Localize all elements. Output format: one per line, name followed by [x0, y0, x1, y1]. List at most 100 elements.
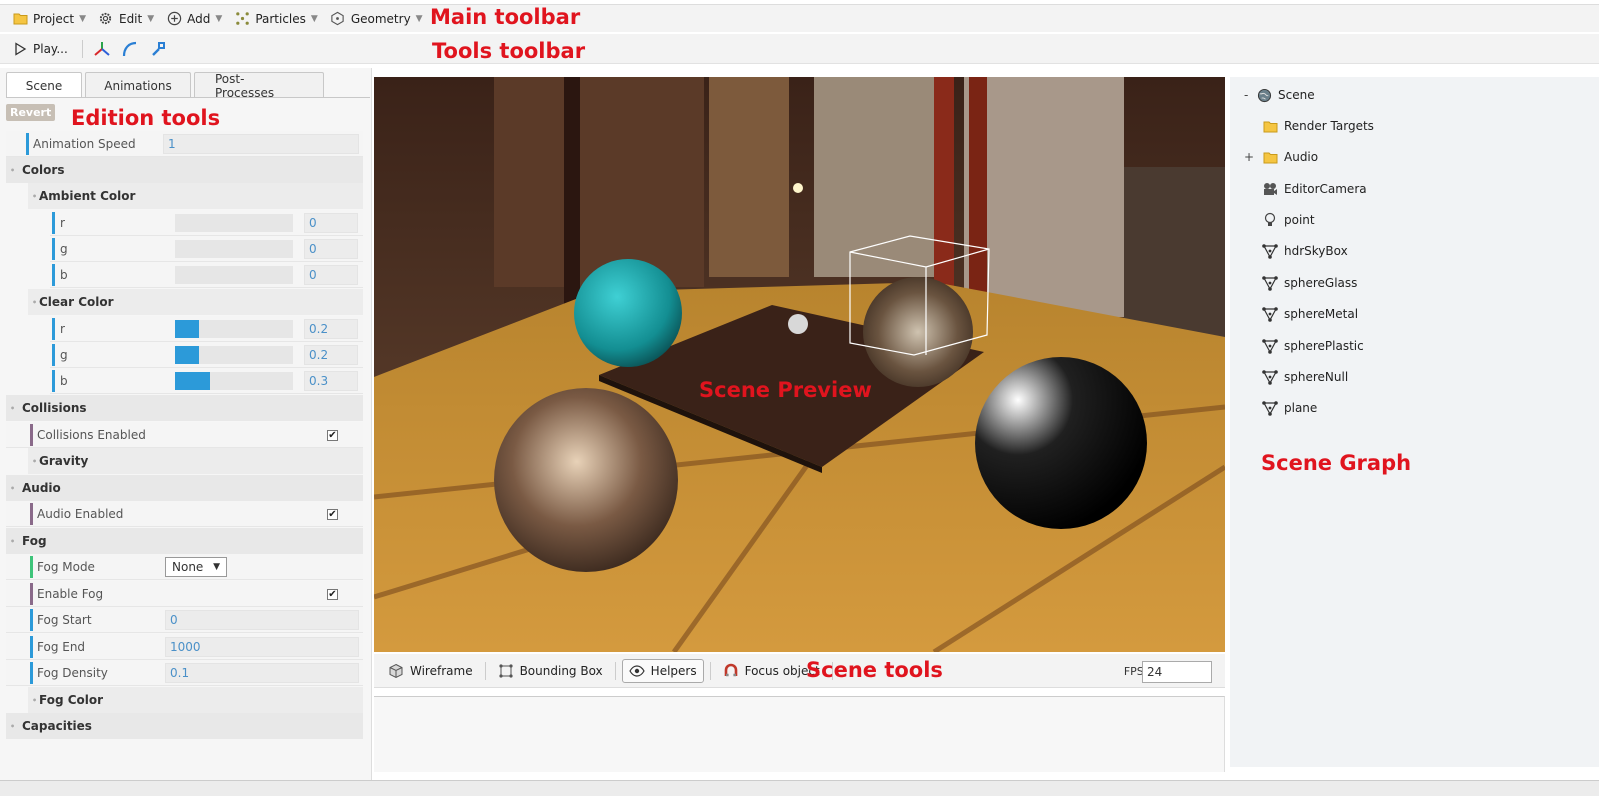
geometry-icon — [330, 11, 346, 27]
editor-app: Project ▼ Edit ▼ Add ▼ Particles ▼ Geome… — [0, 0, 1599, 796]
row-indicator — [52, 212, 55, 234]
slider-fill — [175, 372, 211, 390]
play-button[interactable]: Play... — [12, 41, 68, 57]
enable-fog-checkbox[interactable]: ✔ — [327, 589, 338, 600]
edit-menu[interactable]: Edit ▼ — [98, 11, 154, 27]
row-indicator — [52, 344, 55, 366]
row-indicator — [30, 503, 33, 525]
collapse-icon[interactable]: - — [1244, 88, 1256, 102]
audio-enabled-checkbox[interactable]: ✔ — [327, 509, 338, 520]
collisions-enabled-checkbox[interactable]: ✔ — [327, 430, 338, 441]
fog-mode-row: Fog Mode None ▼ — [6, 554, 363, 580]
clear-g-input[interactable]: 0.2 — [304, 345, 358, 365]
scene-graph-item-sphereglass[interactable]: sphereGlass — [1262, 275, 1357, 291]
fog-folder[interactable]: • Fog — [6, 528, 363, 554]
scene-graph-item-spheremetal[interactable]: sphereMetal — [1262, 306, 1358, 322]
tools-toolbar: Play... — [0, 34, 1599, 64]
collisions-folder[interactable]: • Collisions — [6, 395, 363, 421]
folder-icon — [1262, 149, 1278, 165]
audio-folder-label: Audio — [22, 481, 61, 495]
scene-graph-item-audio[interactable]: + Audio — [1244, 149, 1319, 165]
wrench-icon[interactable] — [149, 40, 167, 58]
ambient-r-slider[interactable] — [175, 214, 293, 232]
colors-folder[interactable]: • Colors — [6, 157, 363, 183]
tab-animations[interactable]: Animations — [85, 72, 191, 98]
scene-graph-item-sphereplastic[interactable]: spherePlastic — [1262, 338, 1364, 354]
add-menu[interactable]: Add ▼ — [166, 11, 222, 27]
annotation-main-toolbar: Main toolbar — [430, 5, 581, 29]
annotation-scene-preview: Scene Preview — [699, 378, 872, 402]
curve-tool-icon[interactable] — [121, 40, 139, 58]
chevron-down-icon: ▼ — [310, 13, 318, 24]
audio-enabled-label: Audio Enabled — [37, 506, 124, 521]
toolbar-divider — [484, 661, 486, 680]
collisions-enabled-row: Collisions Enabled ✔ — [6, 422, 363, 448]
slider-fill — [175, 346, 199, 364]
particles-menu[interactable]: Particles ▼ — [234, 11, 318, 27]
scene-graph-item-label: sphereMetal — [1284, 307, 1359, 321]
scene-graph-root[interactable]: - Scene — [1244, 87, 1315, 103]
ambient-b-row: b 0 — [50, 262, 363, 288]
scene-graph-item-editorcamera[interactable]: EditorCamera — [1262, 181, 1367, 197]
scene-graph-item-label: point — [1284, 213, 1315, 227]
slider-fill — [175, 320, 199, 338]
row-indicator — [52, 370, 55, 392]
scene-graph-item-spherenull[interactable]: sphereNull — [1262, 369, 1348, 385]
collapse-dot-icon: • — [10, 165, 16, 175]
fps-input[interactable]: 24 — [1142, 661, 1212, 683]
ambient-r-input[interactable]: 0 — [304, 213, 358, 233]
clear-g-slider[interactable] — [175, 346, 293, 364]
scene-graph-item-point[interactable]: point — [1262, 212, 1315, 228]
clear-g-row: g 0.2 — [50, 342, 363, 368]
clear-r-slider[interactable] — [175, 320, 293, 338]
gravity-folder[interactable]: • Gravity — [28, 448, 363, 474]
scene-graph-item-hdrskybox[interactable]: hdrSkyBox — [1262, 243, 1348, 259]
bounding-box-icon — [498, 663, 514, 679]
revert-button[interactable]: Revert — [6, 104, 56, 121]
wireframe-button[interactable]: Wireframe — [382, 660, 479, 682]
enable-fog-row: Enable Fog ✔ — [6, 581, 363, 607]
mesh-icon — [1262, 400, 1278, 416]
fog-mode-select[interactable]: None ▼ — [165, 557, 227, 577]
collisions-folder-label: Collisions — [22, 401, 87, 415]
clear-color-folder[interactable]: • Clear Color — [28, 289, 363, 315]
gravity-folder-label: Gravity — [39, 454, 89, 468]
animation-speed-input[interactable]: 1 — [163, 134, 359, 154]
fog-end-input[interactable]: 1000 — [165, 637, 359, 657]
clear-g-label: g — [60, 347, 68, 362]
scene-graph-item-label: hdrSkyBox — [1284, 244, 1348, 258]
fog-start-label: Fog Start — [37, 612, 92, 627]
clear-b-slider[interactable] — [175, 372, 293, 390]
ambient-b-input[interactable]: 0 — [304, 265, 358, 285]
scene-preview-viewport[interactable] — [374, 77, 1225, 652]
geometry-menu[interactable]: Geometry ▼ — [330, 11, 423, 27]
fog-density-input[interactable]: 0.1 — [165, 663, 359, 683]
scene-render — [374, 77, 1225, 652]
fog-start-input[interactable]: 0 — [165, 610, 359, 630]
scene-graph-item-label: Audio — [1284, 150, 1319, 164]
clear-b-input[interactable]: 0.3 — [304, 371, 358, 391]
bounding-box-button[interactable]: Bounding Box — [492, 660, 609, 682]
row-indicator — [30, 609, 33, 631]
transform-axes-icon[interactable] — [93, 40, 111, 58]
ambient-r-label: r — [60, 215, 65, 230]
audio-folder[interactable]: • Audio — [6, 475, 363, 501]
ambient-g-slider[interactable] — [175, 240, 293, 258]
ambient-b-slider[interactable] — [175, 266, 293, 284]
project-menu[interactable]: Project ▼ — [12, 11, 86, 27]
fog-color-folder[interactable]: • Fog Color — [28, 687, 363, 713]
ambient-g-input[interactable]: 0 — [304, 239, 358, 259]
helpers-button[interactable]: Helpers — [621, 658, 704, 683]
scene-graph-item-render targets[interactable]: Render Targets — [1262, 118, 1374, 134]
tab-post-processes[interactable]: Post-Processes — [194, 72, 324, 100]
annotation-scene-graph: Scene Graph — [1261, 451, 1412, 475]
expand-icon[interactable]: + — [1244, 150, 1256, 164]
clear-r-input[interactable]: 0.2 — [304, 319, 358, 339]
fog-end-row: Fog End 1000 — [6, 634, 363, 660]
scene-graph-item-plane[interactable]: plane — [1262, 400, 1317, 416]
ambient-color-folder[interactable]: • Ambient Color — [28, 183, 363, 209]
annotation-tools-toolbar: Tools toolbar — [432, 39, 586, 63]
collapse-dot-icon: • — [10, 536, 16, 546]
tab-scene[interactable]: Scene — [6, 72, 82, 98]
capacities-folder[interactable]: • Capacities — [6, 713, 363, 739]
